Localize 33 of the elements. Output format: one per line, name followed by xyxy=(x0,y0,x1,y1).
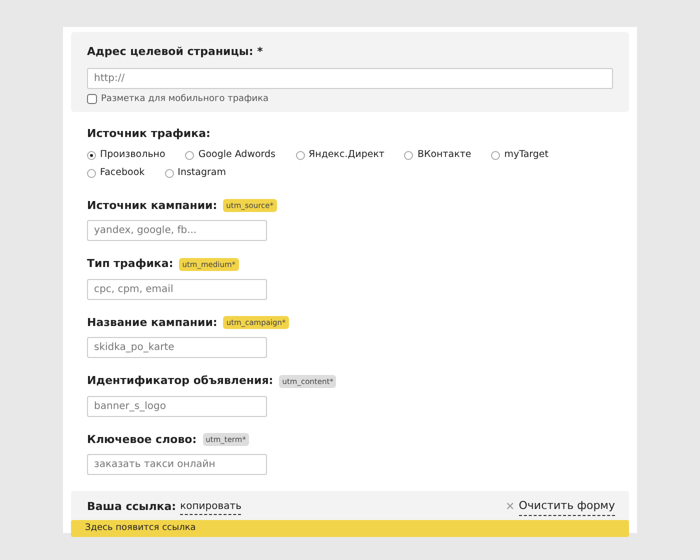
field-label: Тип трафика: xyxy=(87,256,174,272)
field-label: Источник кампании: xyxy=(87,198,218,214)
radio-option[interactable]: Facebook xyxy=(87,164,145,182)
radio-button[interactable] xyxy=(404,151,414,160)
radio-option[interactable]: myTarget xyxy=(491,146,549,164)
radio-button[interactable] xyxy=(185,151,194,160)
text-input[interactable]: skidka_po_karte xyxy=(87,337,267,358)
url-input[interactable]: http:// xyxy=(87,68,613,88)
field-label: Ключевое слово: xyxy=(87,432,197,448)
radio-option[interactable]: ВКонтакте xyxy=(404,146,472,164)
result-label: Ваша ссылка: xyxy=(87,498,176,514)
radio-option[interactable]: Произвольно xyxy=(87,146,166,164)
radio-button[interactable] xyxy=(296,151,305,160)
radio-button[interactable] xyxy=(87,169,96,178)
field-label: Адрес целевой страницы: * xyxy=(87,44,264,60)
field-label: Идентификатор объявления: xyxy=(87,373,274,389)
text-input[interactable]: yandex, google, fb... xyxy=(87,220,267,241)
radio-option[interactable]: Яндекс.Директ xyxy=(296,146,384,164)
checkbox-label: Разметка для мобильного трафика xyxy=(101,92,269,106)
radio-option[interactable]: Google Adwords xyxy=(185,146,276,164)
result-output: Здесь появится ссылка xyxy=(71,520,629,537)
field-label: Название кампании: xyxy=(87,314,218,330)
text-input[interactable]: banner_s_logo xyxy=(87,396,267,416)
radio-option[interactable]: Instagram xyxy=(164,164,226,182)
clear-form-link[interactable]: Очистить форму xyxy=(518,498,615,516)
text-input[interactable]: cpc, cpm, email xyxy=(87,278,267,300)
section-label: Источник трафика: xyxy=(87,126,212,142)
text-input[interactable]: заказать такси онлайн xyxy=(87,454,267,475)
checkbox[interactable] xyxy=(87,94,97,104)
copy-link[interactable]: копировать xyxy=(180,498,242,515)
radio-button[interactable] xyxy=(164,169,174,178)
radio-button[interactable] xyxy=(491,151,500,160)
radio-button[interactable] xyxy=(87,151,96,160)
